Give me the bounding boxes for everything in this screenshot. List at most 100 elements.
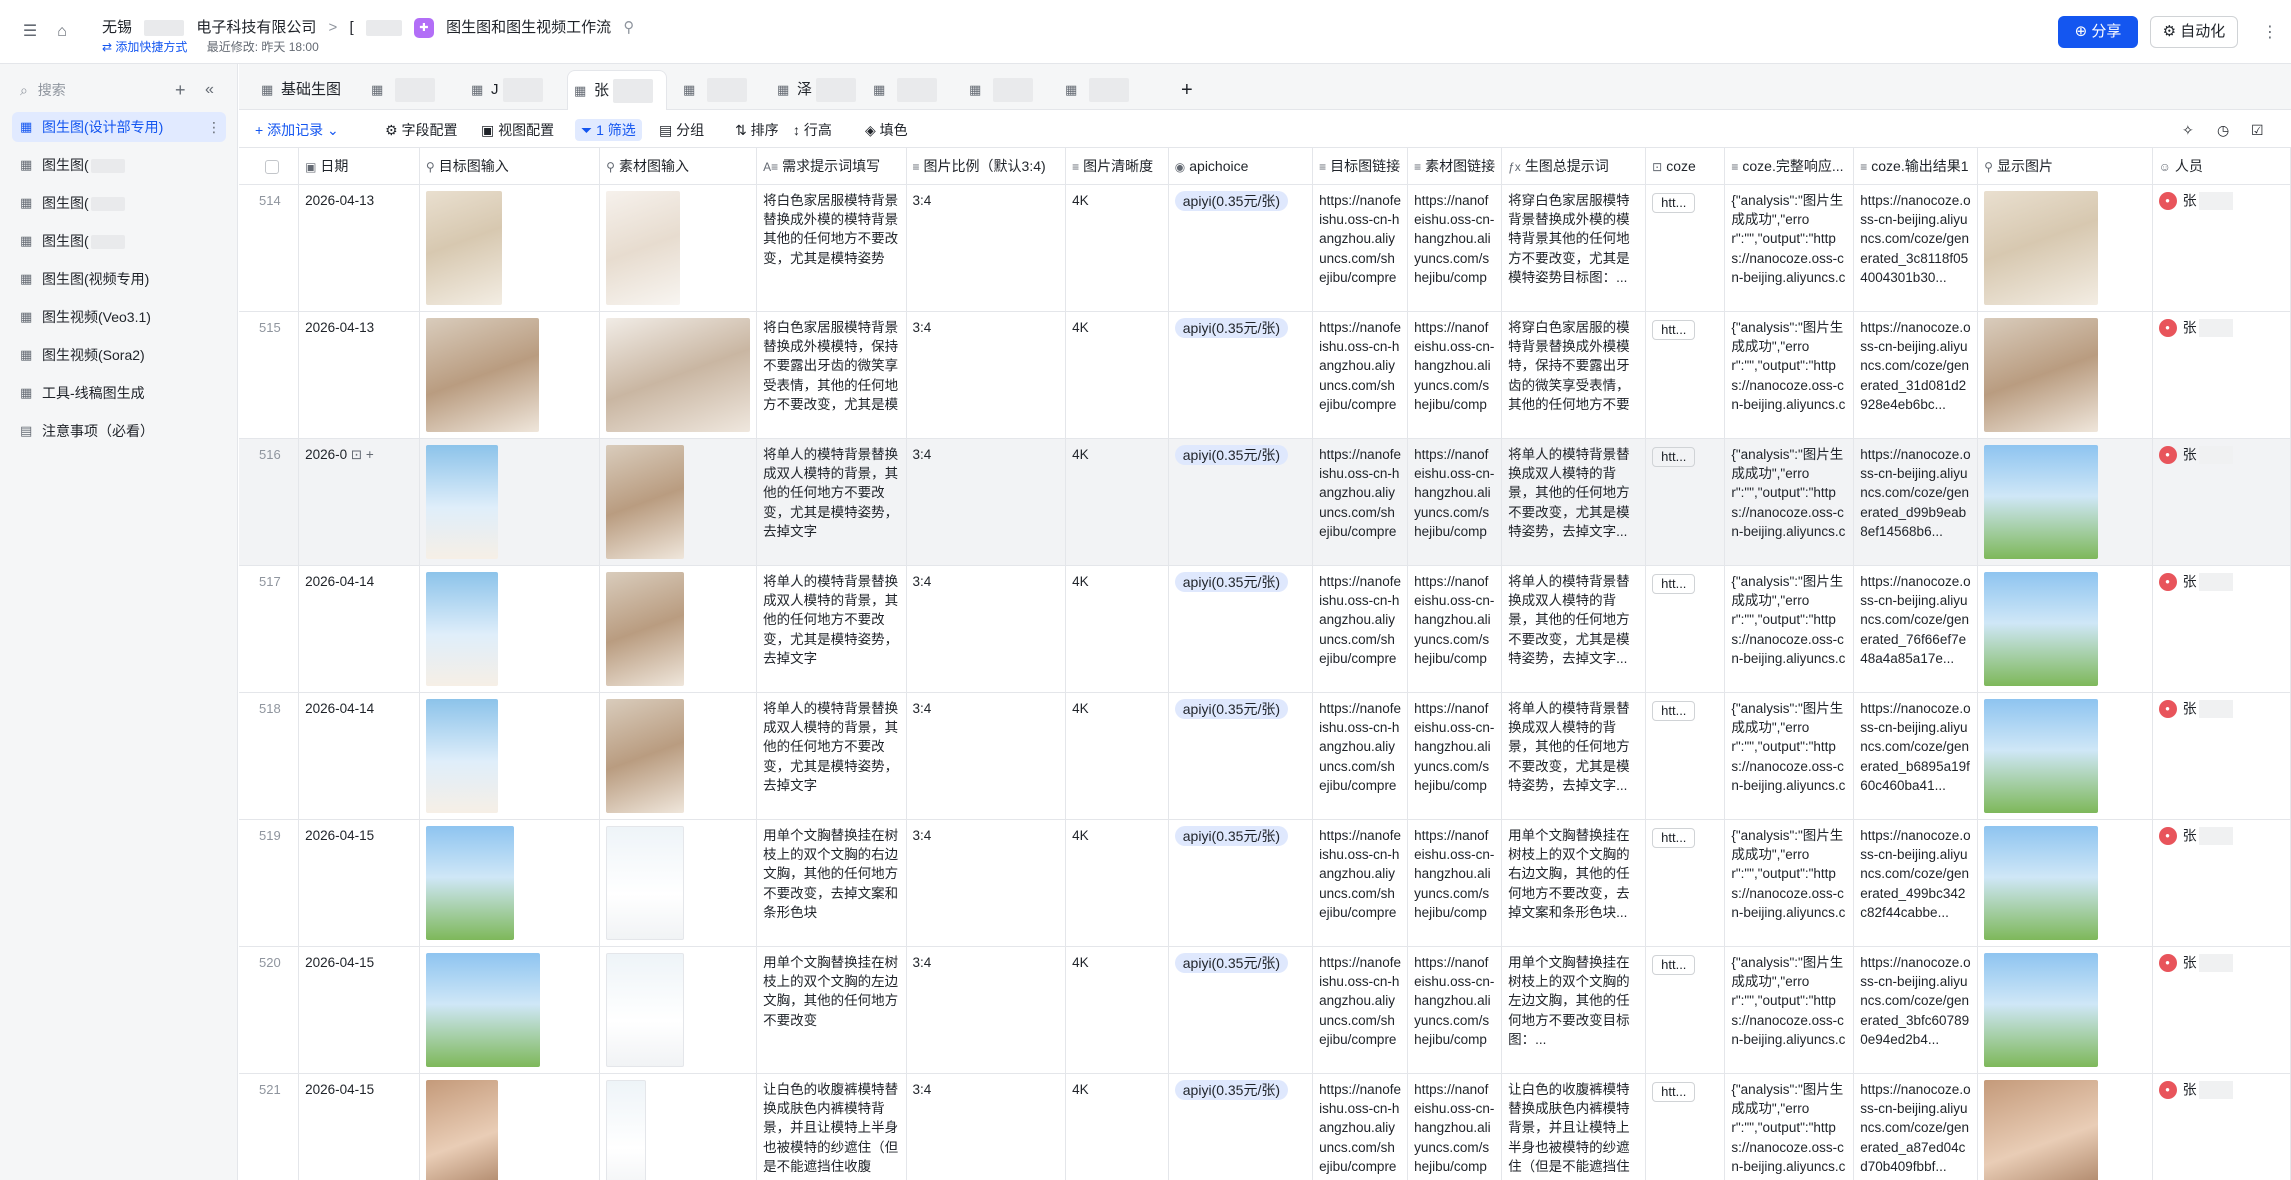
display-image[interactable] xyxy=(1984,190,2099,305)
breadcrumb-company[interactable]: 电子科技有限公司 xyxy=(196,19,316,36)
display-image[interactable] xyxy=(1984,571,2099,686)
target-link-cell[interactable]: https://nanofeishu.oss-cn-hangzhou.aliyu… xyxy=(1312,311,1409,439)
prompt-cell[interactable]: 将单人的模特背景替换成双人模特的背景，其他的任何地方不要改变，尤其是模特姿势，去… xyxy=(756,438,907,566)
target-image-cell[interactable] xyxy=(419,565,601,693)
resolution-cell[interactable]: 4K xyxy=(1065,946,1169,1074)
target-image[interactable] xyxy=(425,317,539,432)
source-link-cell[interactable]: https://nanofeishu.oss-cn-hangzhou.aliyu… xyxy=(1407,438,1503,566)
source-image[interactable] xyxy=(606,825,685,940)
tab[interactable]: ▦ 张 xyxy=(567,70,667,110)
target-image-cell[interactable] xyxy=(419,184,601,312)
coze-button[interactable]: htt... xyxy=(1652,827,1696,848)
column-header[interactable]: ⚲ 显示图片 xyxy=(1977,148,2153,185)
ratio-cell[interactable]: 3:4 xyxy=(906,438,1067,566)
table-row[interactable]: 521 2026-04-15 让白色的收腹裤模特替换成肤色内裤模特背景，并且让模特上… xyxy=(239,1073,2291,1180)
target-link-cell[interactable]: https://nanofeishu.oss-cn-hangzhou.aliyu… xyxy=(1312,184,1409,312)
source-link-cell[interactable]: https://nanofeishu.oss-cn-hangzhou.aliyu… xyxy=(1407,946,1503,1074)
display-image[interactable] xyxy=(1984,952,2099,1067)
add-table-icon[interactable]: + xyxy=(175,76,186,104)
person-tag[interactable]: ● 张 xyxy=(2158,826,2233,846)
source-image[interactable] xyxy=(606,698,685,813)
display-image-cell[interactable] xyxy=(1977,184,2153,312)
tab[interactable]: ▦ J xyxy=(465,70,555,110)
resolution-cell[interactable]: 4K xyxy=(1065,311,1169,439)
source-link-cell[interactable]: https://nanofeishu.oss-cn-hangzhou.aliyu… xyxy=(1407,819,1503,947)
target-image[interactable] xyxy=(425,190,502,305)
apichoice-cell[interactable]: apiyi(0.35元/张) xyxy=(1168,819,1314,947)
coze-response-cell[interactable]: {"analysis":"图片生成成功","error":"","output"… xyxy=(1724,946,1855,1074)
filter-button[interactable]: ⏷ 1 筛选 xyxy=(575,119,642,141)
source-image-cell[interactable] xyxy=(599,565,758,693)
coze-cell[interactable]: htt... xyxy=(1645,1073,1726,1180)
source-link-cell[interactable]: https://nanofeishu.oss-cn-hangzhou.aliyu… xyxy=(1407,1073,1503,1180)
more-icon[interactable]: ⋮ xyxy=(2262,22,2278,42)
row-number-cell[interactable]: 520 xyxy=(239,946,300,1074)
generated-prompt-cell[interactable]: 将穿白色家居服的模特背景替换成外模模特，保持不要露出牙齿的微笑享受表情，其他的任… xyxy=(1501,311,1647,439)
sidebar-item[interactable]: ▦ 工具-线稿图生成 xyxy=(12,378,226,408)
sidebar-item[interactable]: ▦ 图生图( xyxy=(12,226,226,256)
column-header[interactable]: ≡ 图片比例（默认3:4) xyxy=(906,148,1067,185)
group-button[interactable]: ▤ 分组 xyxy=(659,119,704,141)
prompt-cell[interactable]: 将白色家居服模特背景替换成外模模特，保持不要露出牙齿的微笑享受表情，其他的任何地… xyxy=(756,311,907,439)
person-tag[interactable]: ● 张 xyxy=(2158,445,2233,465)
ratio-cell[interactable]: 3:4 xyxy=(906,565,1067,693)
column-header[interactable]: ⊡ coze xyxy=(1645,148,1726,185)
add-shortcut-link[interactable]: ⇄ 添加快捷方式 xyxy=(102,40,187,54)
source-image-cell[interactable] xyxy=(599,692,758,820)
expand-record-icon[interactable]: ⊡ + xyxy=(347,447,374,462)
tab[interactable]: ▦ 泽 xyxy=(771,70,861,110)
coze-cell[interactable]: htt... xyxy=(1645,438,1726,566)
home-icon[interactable]: ⌂ xyxy=(52,22,72,42)
source-image[interactable] xyxy=(606,317,751,432)
table-row[interactable]: 519 2026-04-15 用单个文胸替换挂在树枝上的双个文胸的右边文胸，其他的任… xyxy=(239,819,2291,947)
source-image[interactable] xyxy=(606,190,681,305)
target-image-cell[interactable] xyxy=(419,1073,601,1180)
person-cell[interactable]: ● 张 xyxy=(2152,311,2291,439)
source-image-cell[interactable] xyxy=(599,946,758,1074)
coze-response-cell[interactable]: {"analysis":"图片生成成功","error":"","output"… xyxy=(1724,311,1855,439)
person-tag[interactable]: ● 张 xyxy=(2158,318,2233,338)
person-tag[interactable]: ● 张 xyxy=(2158,953,2233,973)
resolution-cell[interactable]: 4K xyxy=(1065,692,1169,820)
date-cell[interactable]: 2026-04-13 xyxy=(298,311,420,439)
tab[interactable]: ▦ xyxy=(365,70,455,110)
column-header[interactable]: ▣ 日期 xyxy=(298,148,420,185)
ratio-cell[interactable]: 3:4 xyxy=(906,1073,1067,1180)
coze-output-cell[interactable]: https://nanocoze.oss-cn-beijing.aliyuncs… xyxy=(1853,1073,1979,1180)
source-image[interactable] xyxy=(606,571,685,686)
person-cell[interactable]: ● 张 xyxy=(2152,1073,2291,1180)
apichoice-cell[interactable]: apiyi(0.35元/张) xyxy=(1168,946,1314,1074)
column-header[interactable]: ≡ 素材图链接 xyxy=(1407,148,1503,185)
coze-output-cell[interactable]: https://nanocoze.oss-cn-beijing.aliyuncs… xyxy=(1853,819,1979,947)
apichoice-cell[interactable]: apiyi(0.35元/张) xyxy=(1168,184,1314,312)
sidebar-toggle-icon[interactable]: ☰ xyxy=(20,22,40,42)
table-row[interactable]: 520 2026-04-15 用单个文胸替换挂在树枝上的双个文胸的左边文胸，其他的任… xyxy=(239,946,2291,1074)
generated-prompt-cell[interactable]: 将单人的模特背景替换成双人模特的背景，其他的任何地方不要改变，尤其是模特姿势，去… xyxy=(1501,438,1647,566)
table-row[interactable]: 515 2026-04-13 将白色家居服模特背景替换成外模模特，保持不要露出牙齿的… xyxy=(239,311,2291,439)
prompt-cell[interactable]: 将单人的模特背景替换成双人模特的背景，其他的任何地方不要改变，尤其是模特姿势，去… xyxy=(756,565,907,693)
apichoice-cell[interactable]: apiyi(0.35元/张) xyxy=(1168,1073,1314,1180)
source-image-cell[interactable] xyxy=(599,438,758,566)
person-cell[interactable]: ● 张 xyxy=(2152,692,2291,820)
resolution-cell[interactable]: 4K xyxy=(1065,438,1169,566)
date-cell[interactable]: 2026-04-14 xyxy=(298,692,420,820)
column-header[interactable]: ƒx 生图总提示词 xyxy=(1501,148,1647,185)
apichoice-cell[interactable]: apiyi(0.35元/张) xyxy=(1168,438,1314,566)
source-image-cell[interactable] xyxy=(599,819,758,947)
more-icon[interactable]: ⋮ xyxy=(207,112,221,142)
coze-response-cell[interactable]: {"analysis":"图片生成成功","error":"","output"… xyxy=(1724,184,1855,312)
target-image[interactable] xyxy=(425,1079,498,1180)
apichoice-cell[interactable]: apiyi(0.35元/张) xyxy=(1168,565,1314,693)
row-number-cell[interactable]: 516 xyxy=(239,438,300,566)
person-tag[interactable]: ● 张 xyxy=(2158,572,2233,592)
coze-cell[interactable]: htt... xyxy=(1645,311,1726,439)
breadcrumb-org[interactable]: 无锡 xyxy=(102,19,132,36)
tab[interactable]: ▦ xyxy=(677,70,767,110)
generated-prompt-cell[interactable]: 用单个文胸替换挂在树枝上的双个文胸的左边文胸，其他的任何地方不要改变目标图：..… xyxy=(1501,946,1647,1074)
sidebar-item[interactable]: ▦ 图生图( xyxy=(12,188,226,218)
pin-icon[interactable]: ⚲ xyxy=(623,19,634,36)
display-image-cell[interactable] xyxy=(1977,311,2153,439)
row-number-cell[interactable]: 518 xyxy=(239,692,300,820)
tab[interactable]: ▦ 基础生图 xyxy=(255,70,345,110)
view-config-button[interactable]: ▣ 视图配置 xyxy=(481,119,554,141)
